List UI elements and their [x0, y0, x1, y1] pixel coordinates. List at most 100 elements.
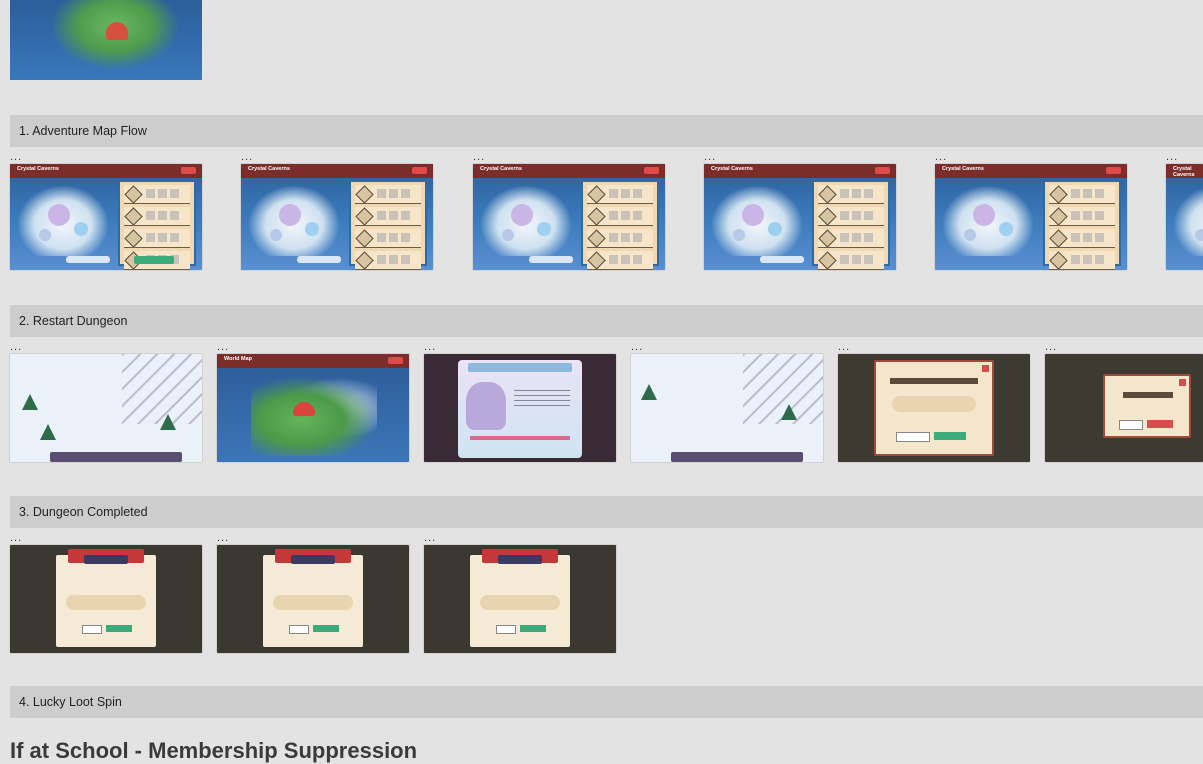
victory-frame[interactable] — [10, 545, 202, 653]
frame-header: Crystal Caverns — [10, 164, 202, 178]
frame-menu[interactable]: ... — [10, 534, 22, 542]
frame-title: Crystal Caverns — [1173, 166, 1195, 178]
section-header-lucky-loot-spin[interactable]: 4. Lucky Loot Spin — [10, 686, 1203, 718]
frame-menu[interactable]: ... — [424, 343, 436, 351]
island-art — [712, 186, 802, 256]
frame-menu[interactable]: ... — [838, 343, 850, 351]
adventure-map-frame[interactable]: Crystal Caverns — [241, 164, 433, 270]
victory-frame[interactable] — [217, 545, 409, 653]
dungeon-snow-frame[interactable] — [10, 354, 202, 462]
rewards-panel — [118, 180, 196, 270]
victory-banner-art — [498, 555, 542, 564]
world-map-frame[interactable]: World Map — [217, 354, 409, 462]
cancel-button-art — [1119, 420, 1143, 430]
frame-header: Crystal Caverns — [473, 164, 665, 178]
warning-dialog — [1103, 374, 1191, 438]
frame-title: World Map — [224, 356, 253, 362]
frame-menu[interactable]: ... — [217, 534, 229, 542]
level-label — [760, 256, 804, 263]
monster-card — [458, 360, 582, 458]
restart-button-art — [1147, 420, 1173, 428]
card-text-art — [514, 390, 570, 408]
frame-menu[interactable]: ... — [473, 153, 485, 161]
button-art — [496, 625, 516, 634]
close-icon — [875, 167, 890, 174]
section-label: 2. Restart Dungeon — [19, 314, 128, 328]
dungeon-snow-frame[interactable] — [631, 354, 823, 462]
island-art — [943, 186, 1033, 256]
button-art — [106, 625, 132, 632]
action-button — [134, 256, 174, 264]
frame-title: Crystal Caverns — [248, 166, 290, 172]
frame-menu[interactable]: ... — [217, 343, 229, 351]
close-icon — [388, 357, 403, 364]
warning-dialog-frame[interactable] — [1045, 354, 1203, 462]
level-label — [66, 256, 110, 263]
button-art — [289, 625, 309, 634]
button-art — [82, 625, 102, 634]
tree-art — [40, 424, 56, 440]
frame-menu[interactable]: ... — [10, 153, 22, 161]
rewards-panel — [1043, 180, 1121, 270]
gem-row — [480, 595, 560, 610]
section-header-adventure-map-flow[interactable]: 1. Adventure Map Flow — [10, 115, 1203, 147]
card-title-art — [468, 363, 572, 372]
frame-title: Crystal Caverns — [942, 166, 984, 172]
frame-menu[interactable]: ... — [631, 343, 643, 351]
gem-row — [66, 595, 146, 610]
dialog-title-art — [890, 378, 978, 384]
restart-button-art — [896, 432, 930, 442]
frame-header: Crystal Caverns — [1166, 164, 1203, 178]
dialog-title-art — [1123, 392, 1173, 398]
rewards-panel — [581, 180, 659, 270]
close-icon — [1106, 167, 1121, 174]
frame-menu[interactable]: ... — [1045, 343, 1057, 351]
frame-menu[interactable]: ... — [935, 153, 947, 161]
card-bar — [470, 436, 570, 440]
world-map-frame-top[interactable] — [10, 0, 202, 80]
frame-header: Crystal Caverns — [935, 164, 1127, 178]
close-icon — [181, 167, 196, 174]
section-label: 1. Adventure Map Flow — [19, 124, 147, 138]
frame-menu[interactable]: ... — [424, 534, 436, 542]
level-label — [529, 256, 573, 263]
continue-button-art — [934, 432, 966, 440]
continue-dialog — [874, 360, 994, 456]
close-icon — [644, 167, 659, 174]
gem-row — [892, 396, 976, 412]
adventure-map-frame[interactable]: Crystal Caverns — [10, 164, 202, 270]
rewards-panel — [812, 180, 890, 270]
close-icon — [1179, 379, 1186, 386]
frame-menu[interactable]: ... — [704, 153, 716, 161]
close-icon — [982, 365, 989, 372]
level-label — [297, 256, 341, 263]
section-label: 3. Dungeon Completed — [19, 505, 148, 519]
victory-banner-art — [291, 555, 335, 564]
hotbar — [671, 452, 803, 462]
frame-title: Crystal Caverns — [17, 166, 59, 172]
continue-dialog-frame[interactable] — [838, 354, 1030, 462]
adventure-map-frame[interactable]: Crystal Caverns — [935, 164, 1127, 270]
tree-art — [641, 384, 657, 400]
hotbar — [50, 452, 182, 462]
adventure-map-frame[interactable]: Crystal Caverns — [1166, 164, 1203, 270]
adventure-map-frame[interactable]: Crystal Caverns — [473, 164, 665, 270]
tree-art — [781, 404, 797, 420]
close-icon — [412, 167, 427, 174]
button-art — [313, 625, 339, 632]
section-header-dungeon-completed[interactable]: 3. Dungeon Completed — [10, 496, 1203, 528]
adventure-map-frame[interactable]: Crystal Caverns — [704, 164, 896, 270]
section-header-restart-dungeon[interactable]: 2. Restart Dungeon — [10, 305, 1203, 337]
frame-header: Crystal Caverns — [704, 164, 896, 178]
island-art — [1174, 186, 1203, 256]
monster-intro-frame[interactable] — [424, 354, 616, 462]
gem-row — [273, 595, 353, 610]
victory-frame[interactable] — [424, 545, 616, 653]
frame-menu[interactable]: ... — [241, 153, 253, 161]
frame-menu[interactable]: ... — [1166, 153, 1178, 161]
monster-art — [466, 382, 506, 430]
frame-header: Crystal Caverns — [241, 164, 433, 178]
frame-header: World Map — [217, 354, 409, 368]
frame-menu[interactable]: ... — [10, 343, 22, 351]
victory-banner-art — [84, 555, 128, 564]
